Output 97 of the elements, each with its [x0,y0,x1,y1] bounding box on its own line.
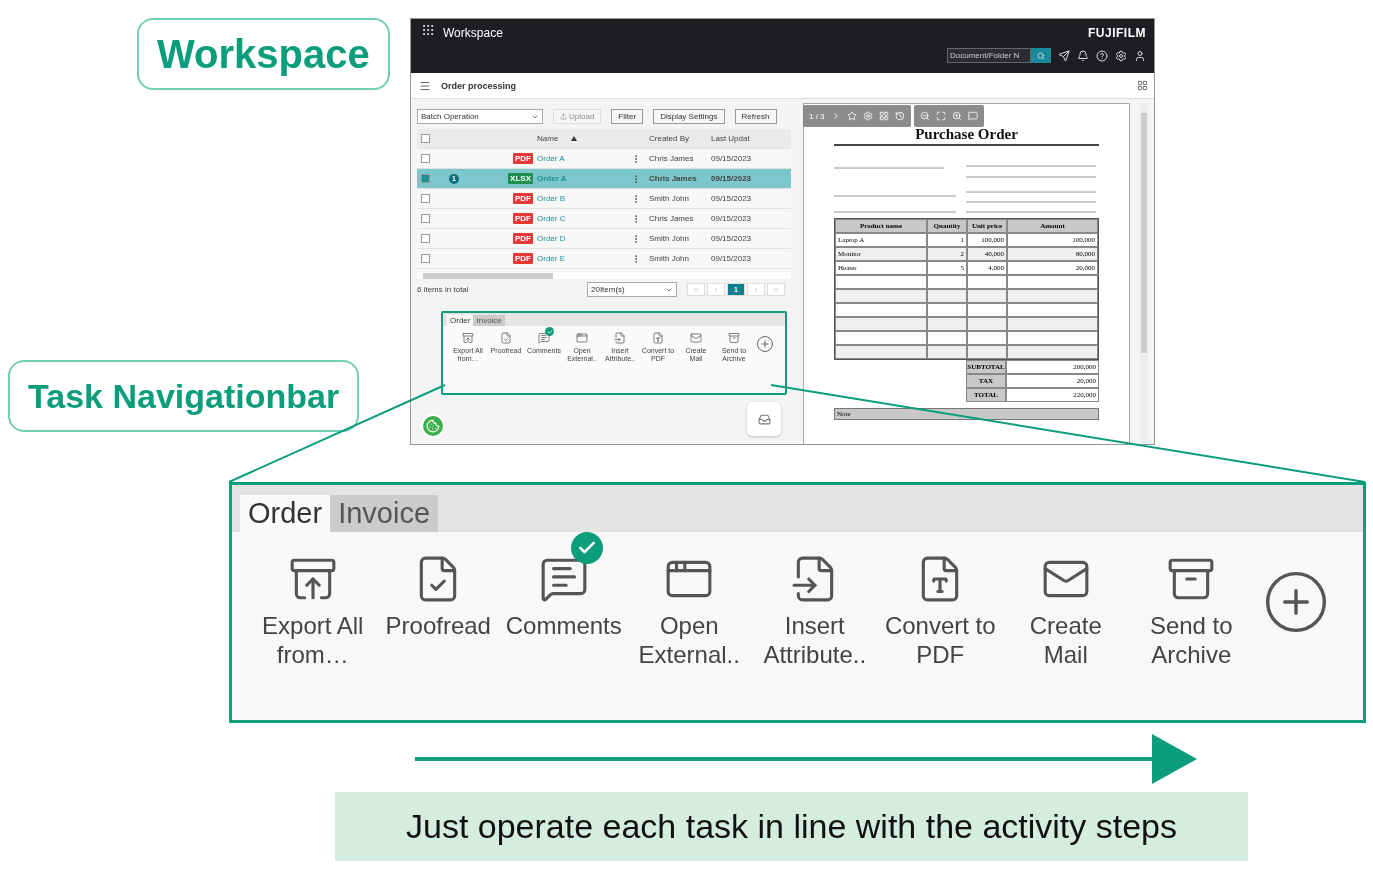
table-cell[interactable]: Order A [537,154,631,163]
task-button[interactable]: Insert Attribute.. [752,532,878,670]
tab[interactable]: Invoice [330,495,439,532]
file-type-tag: PDF [513,213,533,224]
comment-icon [538,332,550,344]
notification-icon[interactable] [1077,49,1089,62]
table-cell-text: Chris James [649,214,695,223]
annotation-icon[interactable] [967,111,978,121]
checkbox[interactable] [421,234,430,243]
table-cell-text: Smith John [649,254,691,263]
mail-icon [690,332,702,344]
table-cell-text: 09/15/2023 [711,174,753,183]
app-title: Workspace [443,26,503,40]
task-button[interactable]: Proofread [375,532,501,641]
checkbox[interactable] [421,214,430,223]
task-button[interactable]: Comments [501,532,627,641]
table-cell-text: 09/15/2023 [711,234,753,243]
task-button[interactable]: Convert to PDF [877,532,1003,670]
column-header[interactable]: Name [537,134,631,143]
file-type-tag: XLSX [508,173,533,184]
tab[interactable]: Order [447,315,474,326]
callout-label: Workspace [137,18,390,90]
table-cell[interactable]: Order B [537,194,631,203]
archive-icon [728,332,740,344]
table-cell-text: 09/15/2023 [711,214,753,223]
star-icon[interactable] [846,111,857,121]
item-count: 6 items in total [417,285,470,294]
table-cell[interactable]: Order D [537,234,631,243]
document-insert-icon [614,332,626,344]
cookie-button[interactable] [421,414,445,438]
table-cell-text: Chris James [649,154,695,163]
table-cell-text: Chris James [649,174,698,183]
column-header[interactable]: Last Updat [711,134,791,143]
zoom-in-icon[interactable] [951,111,962,121]
search-field[interactable]: Document/Folder N [947,48,1031,63]
chevron-right-icon [752,285,760,294]
checkbox[interactable] [421,254,430,263]
plus-icon [756,335,774,353]
upload-icon [560,113,567,120]
table-cell-text: Smith John [649,234,691,243]
zoom-out-icon[interactable] [919,111,930,121]
table-cell-text: 09/15/2023 [711,194,753,203]
history-icon[interactable] [894,111,905,121]
settings-icon[interactable] [1115,49,1127,62]
batch-select[interactable]: Batch Operation [417,109,543,124]
scrollbar[interactable] [417,272,791,279]
file-type-tag: PDF [513,193,533,204]
checkbox[interactable] [421,134,430,143]
toolbar-button[interactable]: Filter [611,109,644,124]
task-button[interactable]: Open External.. [626,532,752,670]
file-type-tag: PDF [513,153,533,164]
caption: Just operate each task in line with the activity steps [335,792,1248,861]
column-header[interactable]: Created By [649,134,711,143]
checkbox[interactable] [421,154,430,163]
inbox-icon [757,412,771,426]
toolbar-button[interactable]: Display Settings [653,109,725,124]
cookie-icon [426,419,440,433]
fit-page-icon[interactable] [935,111,946,121]
search-button[interactable] [1031,48,1051,63]
search-icon [1037,51,1045,60]
user-icon[interactable] [1134,49,1146,62]
task-button[interactable]: Create Mail [1003,532,1129,670]
layout-grid-icon[interactable] [1137,80,1148,91]
add-button[interactable] [756,335,774,353]
task-button[interactable]: Export All from… [250,532,376,670]
table-cell-text: Smith John [649,194,691,203]
window-icon [576,332,588,344]
document-check-icon [500,332,512,344]
send-icon[interactable] [1058,49,1070,62]
file-type-tag: PDF [513,233,533,244]
file-type-tag: PDF [513,253,533,264]
page-title: Order processing [441,80,518,91]
toolbar-button[interactable]: Refresh [734,109,777,124]
tray-upload-icon [462,332,474,344]
app-grid-icon [421,23,435,37]
help-icon[interactable] [1096,49,1108,62]
checkbox[interactable] [421,194,430,203]
table-cell-text: 09/15/2023 [711,154,753,163]
scrollbar[interactable] [1140,103,1148,444]
tab[interactable]: Order [240,495,331,532]
menu-icon[interactable] [419,79,431,92]
page-number: 1 / 3 [809,111,825,121]
task-button[interactable]: Send to Archive [1128,532,1254,670]
thumbnails-icon[interactable] [878,111,889,121]
double-chevron-left-icon [692,285,700,294]
table-cell[interactable]: Order C [537,214,631,223]
tab[interactable]: Invoice [473,315,505,326]
table-cell[interactable]: Order E [537,254,631,263]
inbox-button[interactable] [747,402,781,436]
table-cell-text: 09/15/2023 [711,254,753,263]
callout-label: Task Navigationbar [8,360,360,432]
sort-ascending-icon[interactable] [571,136,577,141]
brand-logo: FUJIFILM [1088,26,1146,40]
checkbox[interactable] [421,174,430,183]
double-chevron-right-icon [772,285,780,294]
page-size-select[interactable]: 20Item(s) [587,282,677,297]
chevron-left-icon [712,285,720,294]
